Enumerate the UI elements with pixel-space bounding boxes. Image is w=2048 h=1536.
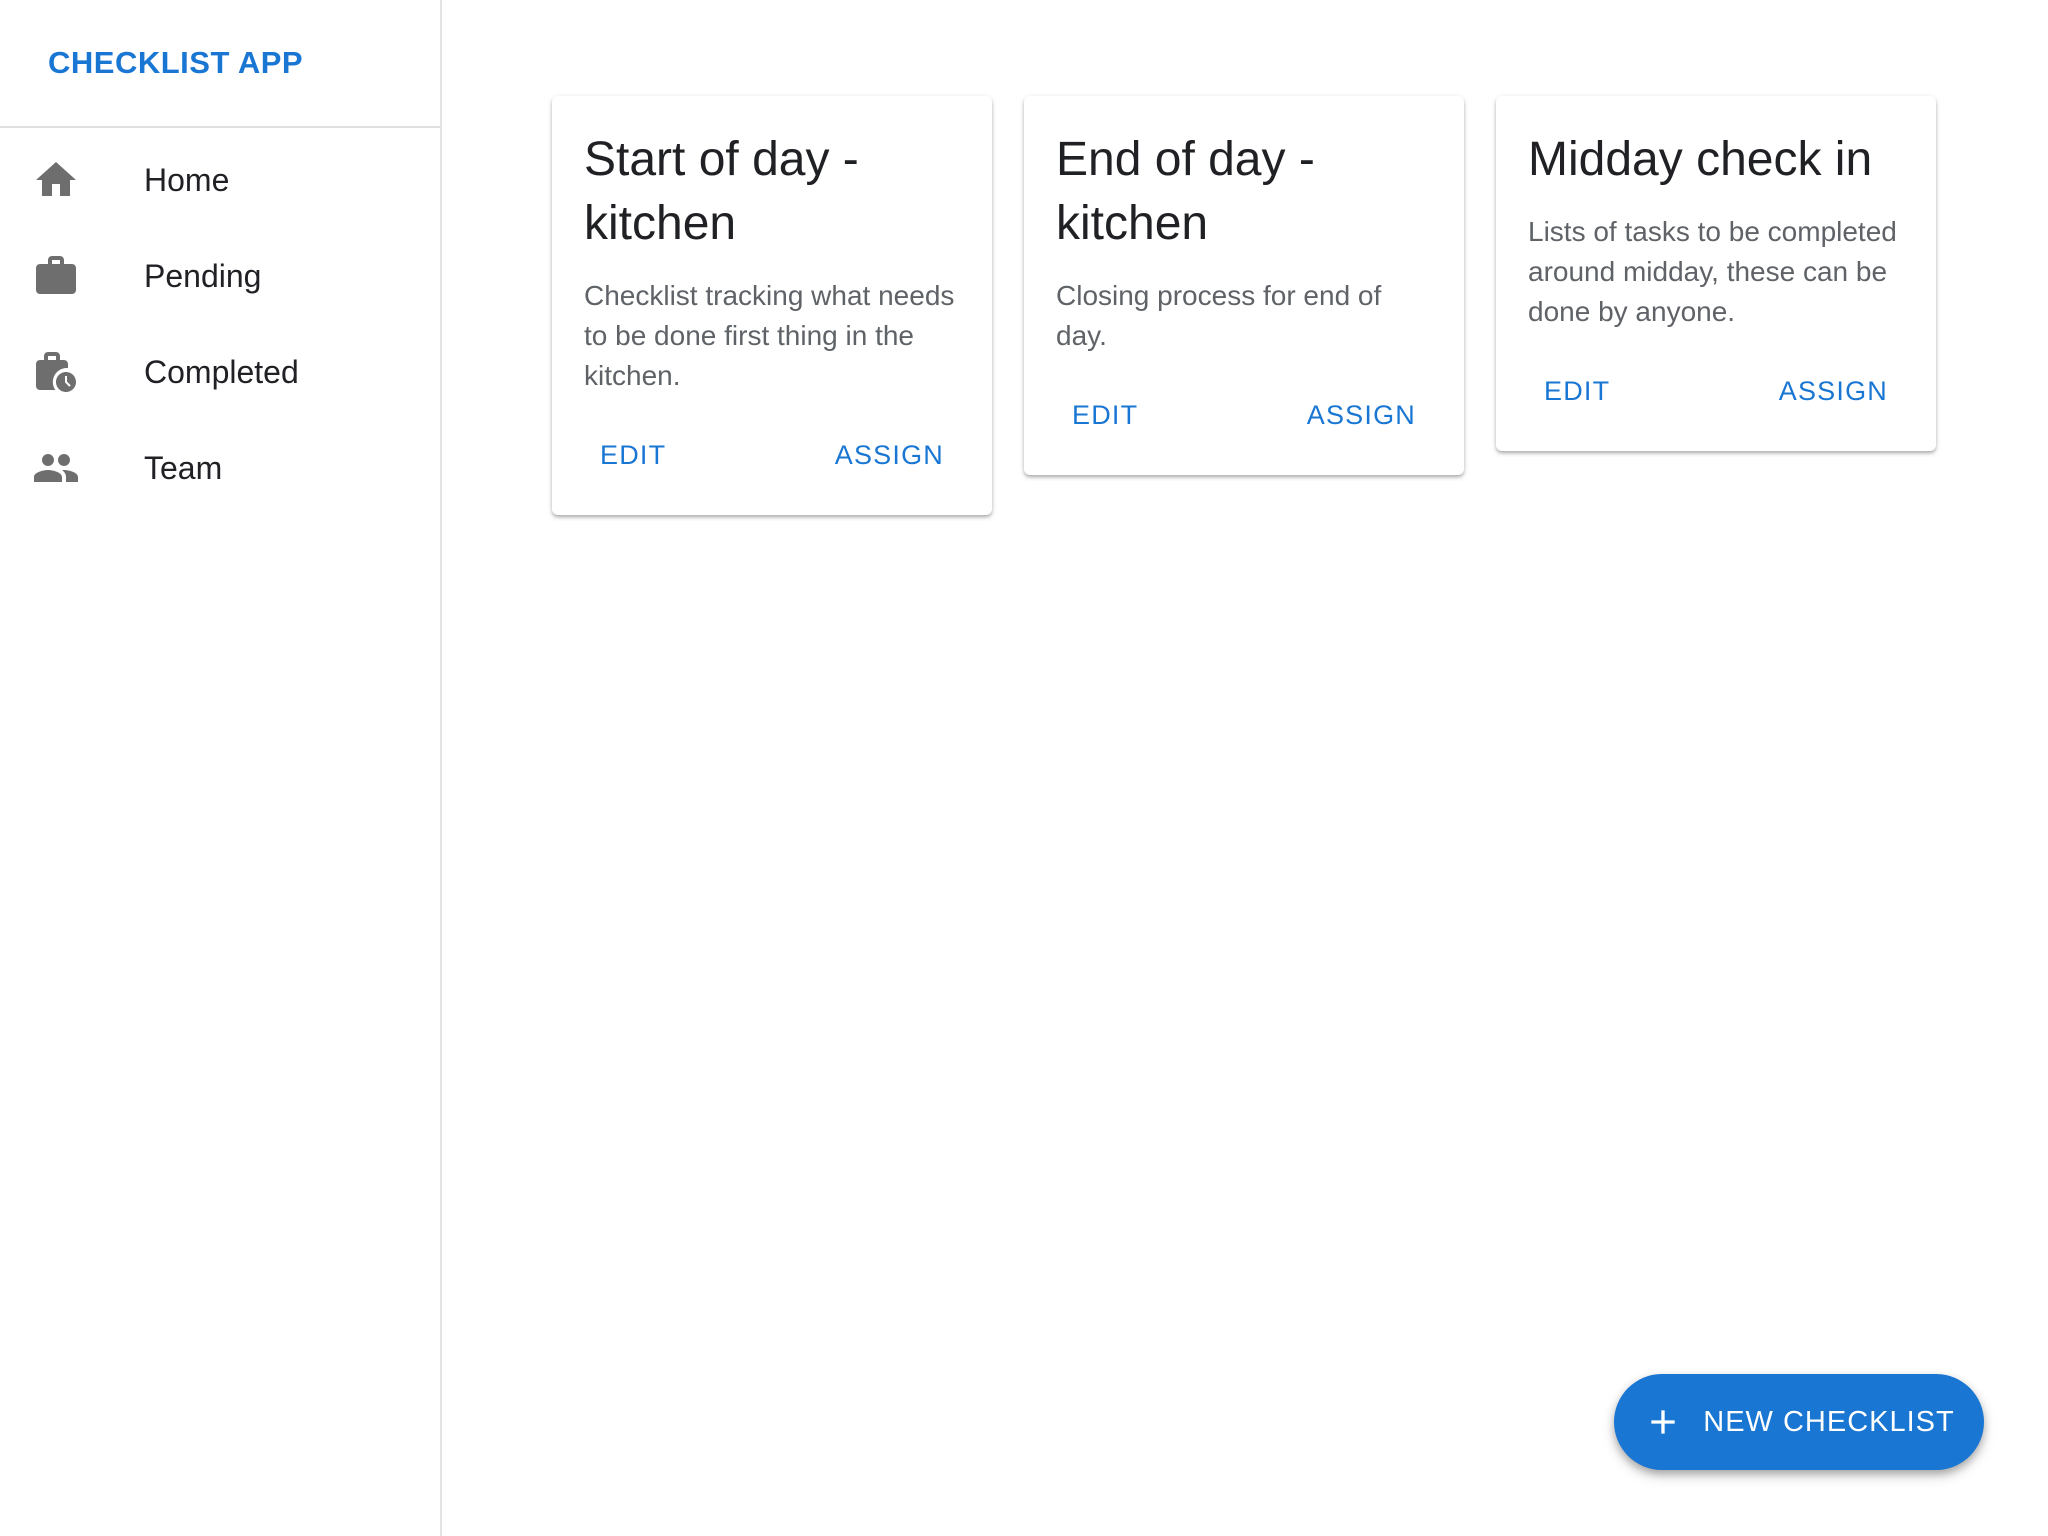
card-title: End of day - kitchen <box>1056 133 1315 250</box>
assign-button[interactable]: ASSIGN <box>1291 384 1432 447</box>
sidebar: CHECKLIST APP Home Pending Completed Tea… <box>0 0 442 1536</box>
card-title: Midday check in <box>1528 133 1873 186</box>
briefcase-icon <box>0 252 144 300</box>
edit-button[interactable]: EDIT <box>1056 384 1154 447</box>
sidebar-item-team[interactable]: Team <box>0 420 440 516</box>
checklist-card: Midday check in Lists of tasks to be com… <box>1496 96 1936 451</box>
edit-button[interactable]: EDIT <box>1528 360 1626 423</box>
checklist-card: End of day - kitchen Closing process for… <box>1024 96 1464 475</box>
card-description: Closing process for end of day. <box>1056 280 1382 351</box>
sidebar-item-pending[interactable]: Pending <box>0 228 440 324</box>
checklist-card: Start of day - kitchen Checklist trackin… <box>552 96 992 515</box>
home-icon <box>0 156 144 204</box>
assign-button[interactable]: ASSIGN <box>1763 360 1904 423</box>
app-root: CHECKLIST APP Home Pending Completed Tea… <box>0 0 2048 1536</box>
sidebar-item-label: Completed <box>144 353 299 390</box>
assign-button[interactable]: ASSIGN <box>819 424 960 487</box>
sidebar-item-home[interactable]: Home <box>0 132 440 228</box>
people-icon <box>0 444 144 492</box>
card-title: Start of day - kitchen <box>584 133 859 250</box>
sidebar-item-label: Team <box>144 449 223 486</box>
new-checklist-label: NEW CHECKLIST <box>1703 1405 1955 1438</box>
sidebar-item-label: Pending <box>144 257 262 294</box>
card-description: Checklist tracking what needs to be done… <box>584 280 955 391</box>
sidebar-item-completed[interactable]: Completed <box>0 324 440 420</box>
app-title[interactable]: CHECKLIST APP <box>48 45 303 81</box>
sidebar-nav: Home Pending Completed Team <box>0 128 440 516</box>
briefcase-clock-icon <box>0 348 144 396</box>
app-brand: CHECKLIST APP <box>0 0 440 128</box>
edit-button[interactable]: EDIT <box>584 424 682 487</box>
main-content: Start of day - kitchen Checklist trackin… <box>442 0 2048 1536</box>
sidebar-item-label: Home <box>144 161 230 198</box>
new-checklist-button[interactable]: NEW CHECKLIST <box>1614 1374 1984 1470</box>
card-actions: EDIT ASSIGN <box>1056 384 1432 447</box>
plus-icon <box>1651 1410 1675 1434</box>
card-actions: EDIT ASSIGN <box>584 424 960 487</box>
card-actions: EDIT ASSIGN <box>1528 360 1904 423</box>
card-description: Lists of tasks to be completed around mi… <box>1528 216 1897 327</box>
